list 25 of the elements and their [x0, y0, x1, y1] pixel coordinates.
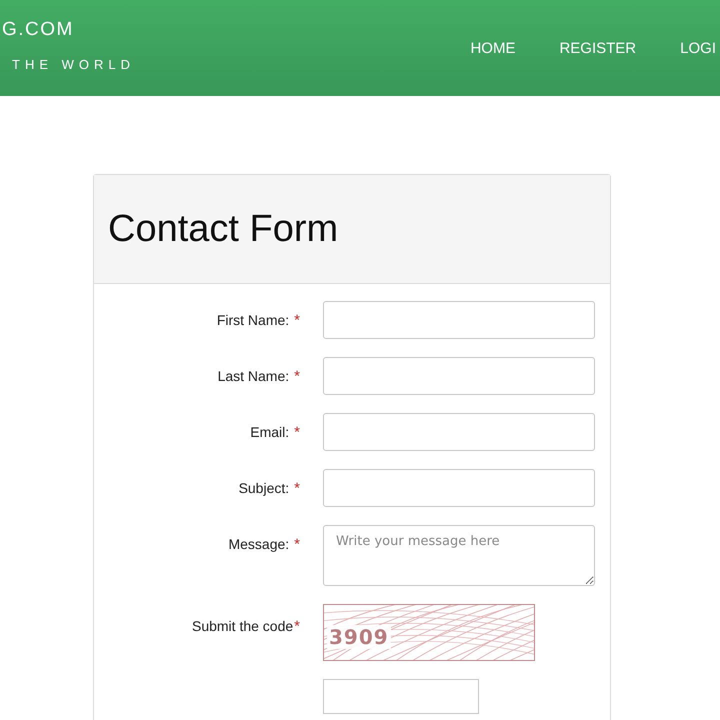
- input-field[interactable]: [323, 301, 595, 339]
- input-field[interactable]: [323, 469, 595, 507]
- message-field[interactable]: Write your message here: [323, 525, 595, 586]
- field-label: Message:: [228, 536, 290, 552]
- required-mark: *: [294, 312, 300, 328]
- site-tagline: THE WORLD: [12, 56, 135, 72]
- site-logo[interactable]: G.COM: [2, 18, 74, 40]
- field-label: Submit the code: [192, 618, 294, 634]
- form-title: Contact Form: [108, 208, 338, 250]
- field-label: Last Name:: [218, 368, 290, 384]
- captcha-code: 3909: [327, 624, 391, 648]
- input-field[interactable]: [323, 357, 595, 395]
- required-mark: *: [294, 368, 300, 384]
- field-label: Email:: [250, 424, 290, 440]
- required-mark: *: [294, 536, 300, 552]
- required-mark: *: [294, 424, 300, 440]
- nav-link[interactable]: HOME: [470, 40, 516, 56]
- field-label: First Name:: [216, 312, 290, 328]
- field-label: Subject:: [238, 480, 290, 496]
- required-mark: *: [294, 618, 300, 634]
- required-mark: *: [294, 480, 300, 496]
- input-field[interactable]: [323, 413, 595, 451]
- nav-link[interactable]: LOGI: [680, 40, 716, 56]
- nav-link[interactable]: REGISTER: [559, 40, 636, 56]
- code-input-field[interactable]: [323, 679, 479, 714]
